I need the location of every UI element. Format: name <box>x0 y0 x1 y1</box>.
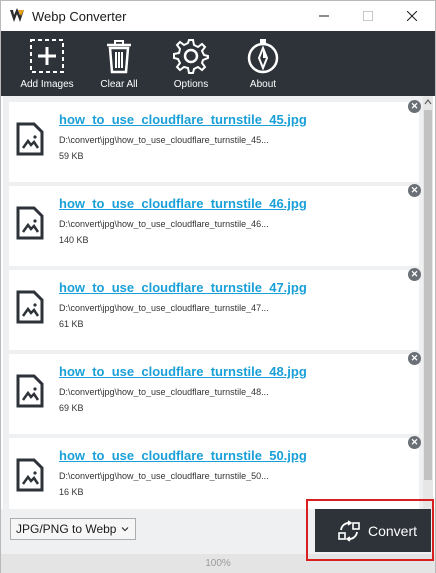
vertical-scrollbar[interactable] <box>423 96 433 509</box>
maximize-button[interactable] <box>345 1 391 31</box>
list-item[interactable]: how_to_use_cloudflare_turnstile_48.jpg D… <box>9 352 421 434</box>
minimize-icon <box>319 15 329 17</box>
clear-all-button[interactable]: Clear All <box>84 31 154 96</box>
file-size: 69 KB <box>59 403 84 413</box>
file-size: 140 KB <box>59 235 89 245</box>
app-logo-icon <box>10 8 24 22</box>
app-window: Webp Converter Add Images Clear All Opti… <box>0 0 436 573</box>
minimize-button[interactable] <box>301 1 347 31</box>
file-name-link[interactable]: how_to_use_cloudflare_turnstile_50.jpg <box>59 448 307 463</box>
file-path: D:\convert\jpg\how_to_use_cloudflare_tur… <box>59 303 269 313</box>
file-path: D:\convert\jpg\how_to_use_cloudflare_tur… <box>59 135 269 145</box>
close-button[interactable] <box>389 1 435 31</box>
image-file-icon <box>16 122 44 156</box>
clear-all-label: Clear All <box>100 79 138 90</box>
remove-file-icon[interactable]: ✕ <box>408 184 421 197</box>
scroll-up-icon[interactable] <box>424 98 432 106</box>
file-size: 61 KB <box>59 319 84 329</box>
image-file-icon <box>16 290 44 324</box>
about-button[interactable]: About <box>228 31 298 96</box>
file-list[interactable]: how_to_use_cloudflare_turnstile_45.jpg D… <box>3 96 433 509</box>
add-image-icon <box>30 39 64 73</box>
file-name-link[interactable]: how_to_use_cloudflare_turnstile_45.jpg <box>59 112 307 127</box>
toolbar: Add Images Clear All Options About <box>1 31 435 96</box>
file-size: 59 KB <box>59 151 84 161</box>
file-name-link[interactable]: how_to_use_cloudflare_turnstile_47.jpg <box>59 280 307 295</box>
add-images-button[interactable]: Add Images <box>12 31 82 96</box>
options-button[interactable]: Options <box>156 31 226 96</box>
gear-icon <box>173 39 209 74</box>
file-name-link[interactable]: how_to_use_cloudflare_turnstile_48.jpg <box>59 364 307 379</box>
chevron-down-icon <box>121 527 129 532</box>
maximize-icon <box>363 11 373 21</box>
format-select[interactable]: JPG/PNG to Webp <box>10 518 136 540</box>
about-label: About <box>249 79 277 90</box>
format-select-value: JPG/PNG to Webp <box>16 522 117 536</box>
file-name-link[interactable]: how_to_use_cloudflare_turnstile_46.jpg <box>59 196 307 211</box>
list-item[interactable]: how_to_use_cloudflare_turnstile_46.jpg D… <box>9 184 421 266</box>
convert-highlight-box <box>306 499 434 561</box>
list-item[interactable]: how_to_use_cloudflare_turnstile_47.jpg D… <box>9 268 421 350</box>
image-file-icon <box>16 458 44 492</box>
scrollbar-thumb[interactable] <box>424 110 432 480</box>
remove-file-icon[interactable]: ✕ <box>408 352 421 365</box>
options-label: Options <box>173 79 209 90</box>
remove-file-icon[interactable]: ✕ <box>408 268 421 281</box>
file-path: D:\convert\jpg\how_to_use_cloudflare_tur… <box>59 387 269 397</box>
add-images-label: Add Images <box>20 79 74 90</box>
window-title: Webp Converter <box>32 9 127 24</box>
file-path: D:\convert\jpg\how_to_use_cloudflare_tur… <box>59 471 269 481</box>
remove-file-icon[interactable]: ✕ <box>408 436 421 449</box>
title-bar: Webp Converter <box>1 1 435 31</box>
close-icon <box>407 11 417 21</box>
trash-icon <box>107 40 131 74</box>
image-file-icon <box>16 374 44 408</box>
compass-icon <box>247 39 279 74</box>
list-item[interactable]: how_to_use_cloudflare_turnstile_45.jpg D… <box>9 100 421 182</box>
image-file-icon <box>16 206 44 240</box>
file-size: 16 KB <box>59 487 84 497</box>
file-path: D:\convert\jpg\how_to_use_cloudflare_tur… <box>59 219 269 229</box>
remove-file-icon[interactable]: ✕ <box>408 100 421 113</box>
